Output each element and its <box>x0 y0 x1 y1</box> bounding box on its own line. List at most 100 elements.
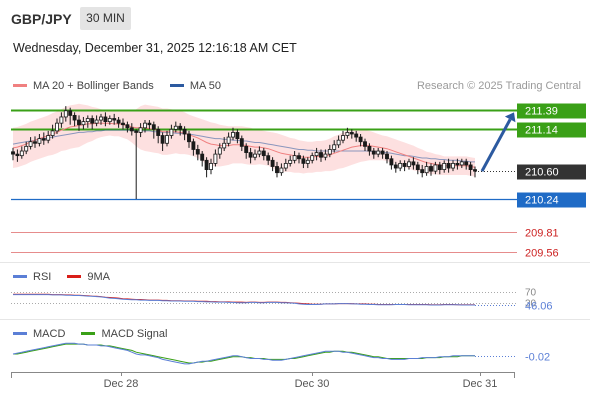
candle-bullish <box>46 135 51 141</box>
legend-item-ma50: MA 50 <box>169 80 221 92</box>
candle-bearish <box>72 115 77 121</box>
candle-bearish <box>121 122 125 126</box>
candle-bullish <box>288 159 293 164</box>
candle-bullish <box>55 122 59 132</box>
candle-bullish <box>310 155 315 161</box>
rsi-line <box>13 294 475 306</box>
moving-averages <box>12 122 476 168</box>
current-price-bg <box>517 164 586 180</box>
candle-bearish <box>371 150 376 155</box>
candle-bearish <box>297 155 301 160</box>
legend-label-rsi: RSI <box>33 271 52 283</box>
legend-item-9ma: 9MA <box>67 271 110 283</box>
candle-bullish <box>376 150 381 155</box>
candle-bearish <box>393 164 398 169</box>
candle-bullish <box>222 142 227 149</box>
candle-bullish <box>345 132 350 136</box>
candle-bearish <box>266 155 271 161</box>
candle-bearish <box>33 141 37 144</box>
candle-bullish <box>398 162 403 169</box>
candle-bearish <box>261 150 266 157</box>
candle-bullish <box>323 153 328 158</box>
level-label-bg <box>517 192 586 208</box>
candle-bullish <box>231 132 235 138</box>
macd-current-label: -0.02 <box>525 352 550 364</box>
candle-bullish <box>336 139 341 146</box>
candle-bearish <box>134 130 139 133</box>
legend-swatch-rsi <box>13 274 27 278</box>
candle-bullish <box>253 153 257 158</box>
candle-bullish <box>327 149 332 155</box>
candle-bullish <box>442 162 447 170</box>
instrument-label: GBP/JPY <box>11 11 72 27</box>
candle-bearish <box>270 159 275 167</box>
candle-bullish <box>165 135 169 144</box>
candle-bearish <box>156 128 161 136</box>
candle-bullish <box>94 119 99 124</box>
candle-bearish <box>468 164 473 170</box>
x-tick-label: Dec 30 <box>295 378 330 390</box>
candle-bearish <box>389 158 394 166</box>
legend-swatch-macd-signal <box>81 331 96 335</box>
candle-bullish <box>28 141 33 147</box>
candle-bearish <box>200 153 205 161</box>
candle-bullish <box>305 159 310 164</box>
candle-bearish <box>380 150 385 155</box>
rsi-current-label: 46.06 <box>525 301 553 313</box>
candle-bullish <box>209 162 213 170</box>
candle-bearish <box>191 141 196 150</box>
timeframe-button[interactable]: 30 MIN <box>80 7 131 30</box>
candle-bullish <box>50 130 55 136</box>
ma50-line <box>12 129 475 163</box>
macd-pane: -0.02 <box>12 342 550 365</box>
legend-swatch-ma20 <box>13 83 27 87</box>
candle-bearish <box>358 136 363 143</box>
candle-bullish <box>433 164 438 172</box>
candle-bullish <box>213 153 218 164</box>
candle-bearish <box>446 162 451 169</box>
price-labels: 211.39 211.14 210.24 209.81 209.56 210.60 <box>480 103 586 260</box>
timestamp: Wednesday, December 31, 2025 12:16:18 AM… <box>13 41 297 55</box>
candle-bearish <box>354 133 359 138</box>
macd-line <box>12 342 475 365</box>
candle-bearish <box>415 164 420 170</box>
candle-bearish <box>420 169 425 174</box>
candle-bearish <box>455 162 460 166</box>
candle-bullish <box>173 125 178 130</box>
candle-bullish <box>292 155 297 161</box>
candle-bullish <box>283 162 288 169</box>
candle-bearish <box>160 135 165 144</box>
legend-item-rsi: RSI <box>13 271 51 283</box>
candle-bearish <box>275 166 279 174</box>
candle-bearish <box>367 145 372 152</box>
candle-bullish <box>407 161 411 167</box>
candle-bearish <box>235 132 240 140</box>
candle-bearish <box>41 138 46 141</box>
level-label-bg <box>517 122 586 138</box>
candle-bullish <box>279 167 284 174</box>
forecast-arrow-head <box>504 112 516 123</box>
candle-bearish <box>125 124 130 129</box>
candle-bullish <box>19 150 24 157</box>
candle-bullish <box>143 122 147 129</box>
bollinger-band-fill <box>13 103 475 177</box>
rsi-level-label: 30 <box>525 299 537 310</box>
candle-bearish <box>437 164 442 170</box>
level-label-resistance: 211.39 <box>525 106 558 118</box>
candle-bearish <box>182 128 187 135</box>
candle-bullish <box>459 161 464 166</box>
candle-bearish <box>402 162 407 167</box>
x-tick-label: Dec 28 <box>104 378 139 390</box>
candle-bullish <box>332 144 337 150</box>
candle-bearish <box>411 161 416 166</box>
candle-bullish <box>81 121 86 126</box>
candle-bearish <box>77 119 81 126</box>
candle-bullish <box>138 127 143 133</box>
legend-item-ma20: MA 20 + Bollinger Bands <box>13 80 154 92</box>
candle-bullish <box>424 166 429 174</box>
candle-bearish <box>90 118 95 124</box>
candle-bearish <box>319 152 323 158</box>
candle-bearish <box>178 125 183 130</box>
candle-bearish <box>112 118 117 121</box>
candle-bullish <box>217 147 222 155</box>
